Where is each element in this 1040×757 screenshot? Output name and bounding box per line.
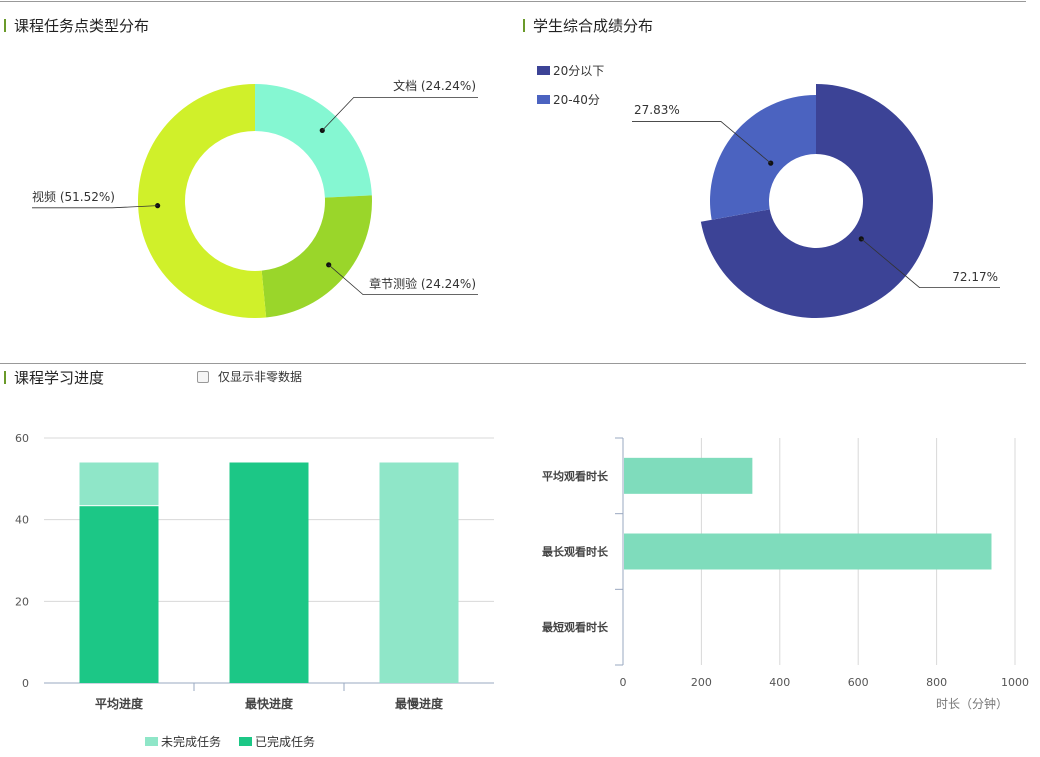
y-tick-label: 60 [15,432,29,445]
pie-slice-quiz [261,195,372,318]
x-category-label: 最慢进度 [395,696,444,711]
bar-unfinished [79,462,159,506]
legend-item[interactable]: 已完成任务 [239,735,315,749]
pie-slice-video [138,84,267,318]
charts-canvas: 0 20 40 60 平均进度 最快进度 最慢进度 0 200 400 600 800 1000 平均观看… [15,84,1029,711]
y-tick-label: 20 [15,595,29,608]
pie-leader-line [321,97,478,131]
legend-label: 未完成任务 [161,735,222,749]
legend-item[interactable]: 20分以下 [537,64,604,78]
legend-label: 已完成任务 [255,735,316,749]
x-tick-label: 800 [926,676,947,689]
pie-label: 27.83% [634,103,680,118]
legend-label: 20分以下 [553,64,605,78]
y-category-label: 平均观看时长 [542,469,609,483]
x-category-label: 最快进度 [245,696,294,711]
x-tick-label: 600 [848,676,869,689]
pie-slice-20-40 [710,95,816,220]
y-category-label: 最短观看时长 [542,620,609,634]
x-tick-label: 400 [769,676,790,689]
x-tick-label: 0 [620,676,627,689]
legend-item[interactable]: 20-40分 [537,93,600,107]
legend-label: 20-40分 [553,93,600,107]
y-tick-label: 40 [15,514,29,527]
bar-duration [624,533,992,570]
bar-finished [229,462,309,683]
pie-label: 视频 (51.52%) [32,189,115,204]
bar-duration [624,457,753,494]
pie-slice-doc [255,84,372,198]
x-axis-title: 时长（分钟） [936,696,1008,711]
legend-swatch [537,66,550,75]
bar-finished [79,506,159,683]
pie-label: 文档 (24.24%) [393,79,476,94]
pie-label: 72.17% [952,269,998,284]
x-tick-label: 1000 [1001,676,1029,689]
y-category-label: 最长观看时长 [542,545,609,559]
bar-unfinished [379,462,459,683]
x-category-label: 平均进度 [95,696,144,711]
legend-item[interactable]: 未完成任务 [145,735,221,749]
y-tick-label: 0 [22,677,29,690]
pie-label: 章节测验 (24.24%) [369,276,476,291]
x-tick-label: 200 [691,676,712,689]
legend-swatch [537,95,550,104]
legend-swatch [239,737,252,746]
legend-swatch [145,737,158,746]
